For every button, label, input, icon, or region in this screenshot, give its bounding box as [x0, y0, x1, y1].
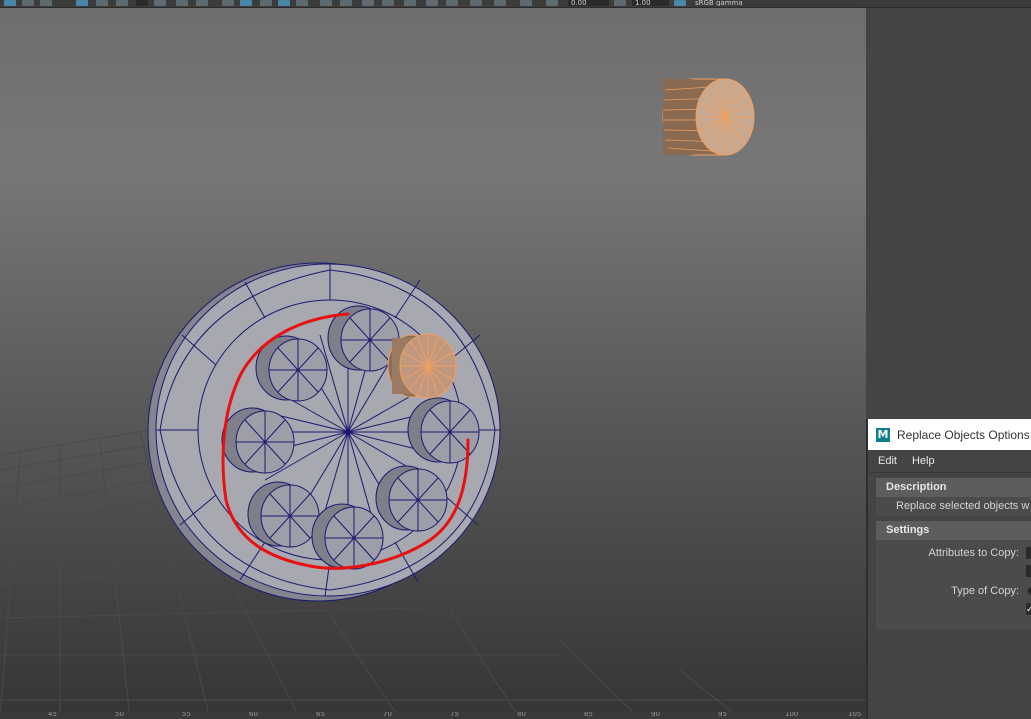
hole-5 [311, 503, 384, 570]
ruler-tick: 55 [182, 712, 191, 718]
type-of-copy-check-icon[interactable]: ✓ [1026, 603, 1031, 615]
hole-6 [375, 465, 448, 532]
wireframe-on-shaded-icon[interactable] [278, 0, 290, 6]
field-chart-icon[interactable] [154, 0, 166, 6]
description-section-header[interactable]: Description [876, 478, 1031, 497]
safe-title-icon[interactable] [196, 0, 208, 6]
film-gate-icon[interactable] [96, 0, 108, 6]
screen-space-ao-icon[interactable] [362, 0, 374, 6]
lasso-tool-icon[interactable] [22, 0, 34, 6]
smooth-shading-icon[interactable] [240, 0, 252, 6]
replace-objects-dialog: M Replace Objects Options Edit Help Desc… [866, 419, 1031, 719]
maya-logo-icon: M [876, 427, 890, 442]
motion-blur-icon[interactable] [382, 0, 394, 6]
shadows-icon[interactable] [340, 0, 352, 6]
xray-components-icon[interactable] [494, 0, 506, 6]
perspective-viewport[interactable]: persp 45 50 55 60 65 70 75 80 85 90 95 1… [0, 8, 866, 719]
hub-center [345, 429, 351, 435]
gamma-field[interactable]: 1.00 [632, 0, 669, 6]
ruler-tick: 65 [316, 712, 325, 718]
select-tool-icon[interactable] [4, 0, 16, 6]
safe-action-icon[interactable] [176, 0, 188, 6]
selected-peg-far [662, 78, 755, 156]
ruler-tick: 60 [249, 712, 258, 718]
ruler-tick: 95 [718, 712, 727, 718]
menu-help[interactable]: Help [912, 455, 935, 467]
color-management-icon[interactable] [674, 0, 686, 6]
ruler-tick: 45 [48, 712, 57, 718]
hole-4 [247, 481, 320, 548]
camera-attributes-icon[interactable] [520, 0, 532, 6]
ruler-tick: 70 [383, 712, 392, 718]
hole-2 [255, 335, 328, 402]
gate-mask-icon[interactable] [136, 0, 148, 6]
wireframe-shading-icon[interactable] [222, 0, 234, 6]
isolate-select-icon[interactable] [446, 0, 458, 6]
settings-section-header[interactable]: Settings [876, 521, 1031, 540]
view-transform-dropdown[interactable]: sRGB gamma [692, 0, 855, 6]
status-toolbar: 0.00 1.00 sRGB gamma [0, 0, 1031, 8]
xray-icon[interactable] [296, 0, 308, 6]
menu-edit[interactable]: Edit [878, 455, 897, 467]
multisample-aa-icon[interactable] [404, 0, 416, 6]
grid-toggle-icon[interactable] [76, 0, 88, 6]
attributes-checkbox-1[interactable] [1026, 547, 1031, 559]
exposure-field[interactable]: 0.00 [568, 0, 609, 6]
dialog-title: Replace Objects Options [897, 427, 1030, 442]
ruler-tick: 90 [651, 712, 660, 718]
resolution-gate-icon[interactable] [116, 0, 128, 6]
ruler-tick: 75 [450, 712, 459, 718]
gamma-icon[interactable] [614, 0, 626, 6]
exposure-icon[interactable] [546, 0, 558, 6]
description-body: Replace selected objects w [876, 497, 1031, 516]
ruler-tick: 100 [785, 712, 799, 718]
attributes-to-copy-label: Attributes to Copy: [928, 547, 1020, 559]
xray-joints-icon[interactable] [470, 0, 482, 6]
dialog-titlebar[interactable]: M Replace Objects Options [868, 419, 1031, 450]
use-all-lights-icon[interactable] [320, 0, 332, 6]
time-ruler[interactable]: 45 50 55 60 65 70 75 80 85 90 95 100 105 [0, 712, 866, 719]
ruler-tick: 105 [848, 712, 862, 718]
viewport-scene [0, 78, 866, 719]
selected-peg-near [387, 333, 457, 399]
hole-3 [221, 407, 295, 474]
description-text: Replace selected objects w [896, 500, 1030, 512]
settings-body: Attributes to Copy: Type of Copy: ✓ [876, 540, 1031, 630]
attributes-checkbox-2[interactable] [1026, 565, 1031, 577]
paint-select-icon[interactable] [40, 0, 52, 6]
dialog-menubar: Edit Help [868, 450, 1031, 473]
type-of-copy-label: Type of Copy: [951, 585, 1019, 597]
ruler-tick: 85 [584, 712, 593, 718]
depth-of-field-icon[interactable] [426, 0, 438, 6]
ruler-tick: 50 [115, 712, 124, 718]
ruler-tick: 80 [517, 712, 526, 718]
textured-icon[interactable] [260, 0, 272, 6]
